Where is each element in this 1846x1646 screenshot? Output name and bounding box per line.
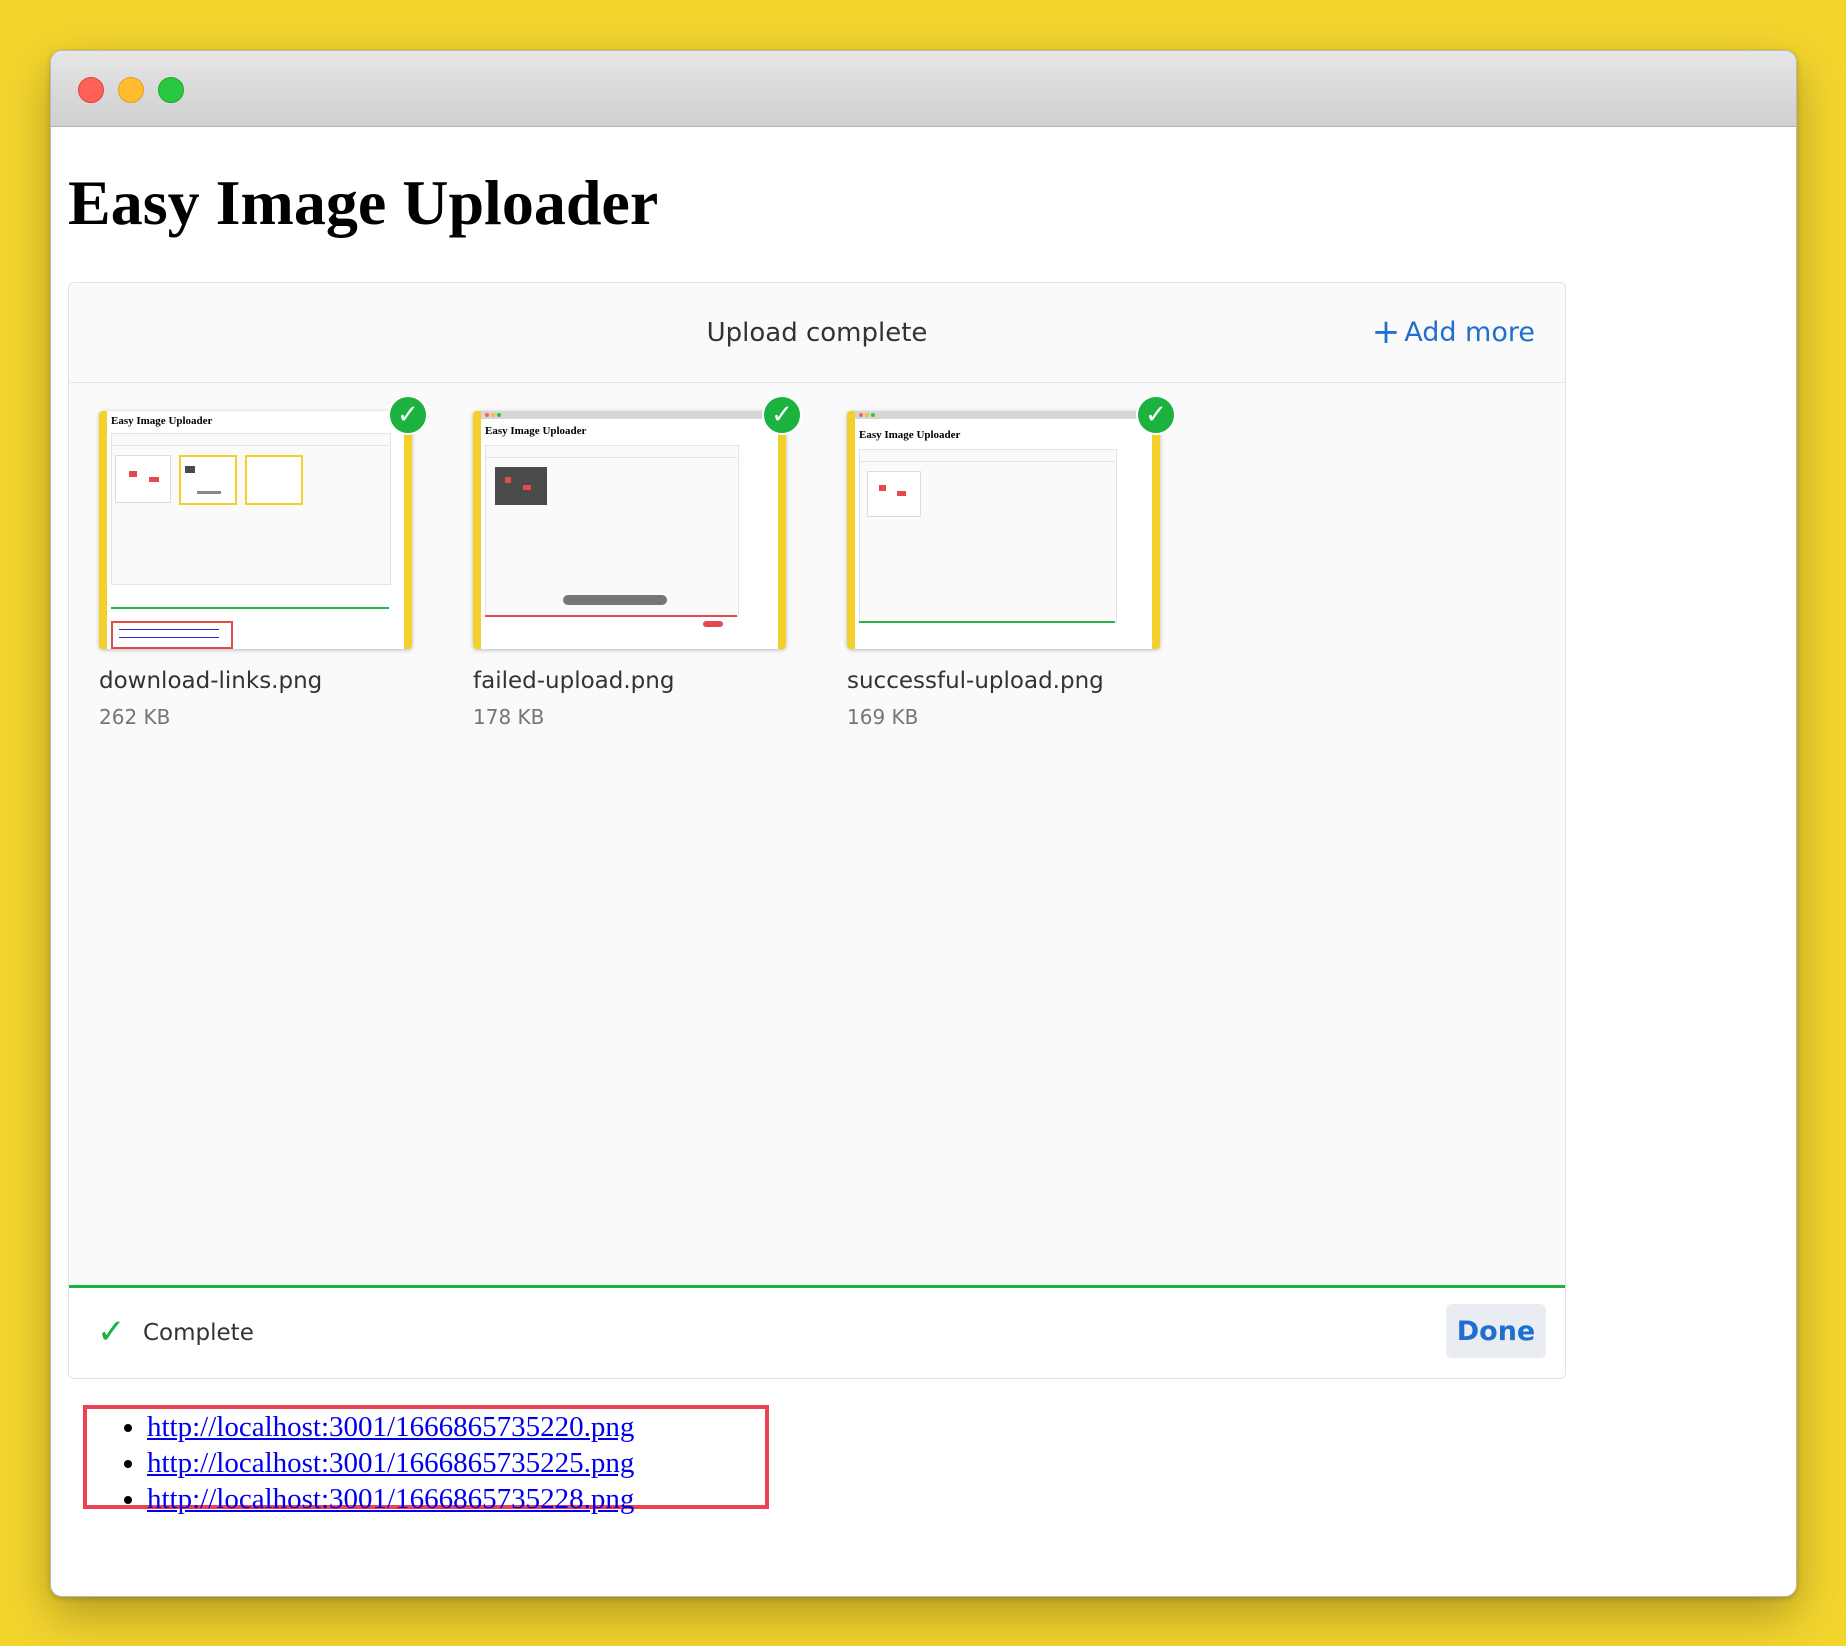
- download-link[interactable]: http://localhost:3001/1666865735220.png: [147, 1411, 634, 1443]
- file-name: download-links.png: [99, 668, 323, 694]
- file-size: 178 KB: [473, 705, 545, 729]
- file-size: 169 KB: [847, 705, 919, 729]
- check-circle-icon: ✓: [762, 395, 802, 435]
- thumbnail-title: Easy Image Uploader: [111, 415, 213, 427]
- thumbnail-title: Easy Image Uploader: [859, 429, 961, 441]
- file-name: successful-upload.png: [847, 668, 1104, 694]
- list-item: http://localhost:3001/1666865735220.png: [147, 1409, 765, 1445]
- download-links-list: http://localhost:3001/1666865735220.png …: [87, 1409, 765, 1517]
- list-item: http://localhost:3001/1666865735225.png: [147, 1445, 765, 1481]
- dashboard-header: Upload complete + Add more: [69, 283, 1565, 383]
- list-item: http://localhost:3001/1666865735228.png: [147, 1481, 765, 1517]
- status-text: Complete: [143, 1320, 254, 1346]
- maximize-window-button[interactable]: [158, 77, 184, 103]
- close-window-button[interactable]: [78, 77, 104, 103]
- done-button[interactable]: Done: [1446, 1304, 1546, 1358]
- file-name: failed-upload.png: [473, 668, 675, 694]
- download-link[interactable]: http://localhost:3001/1666865735228.png: [147, 1483, 634, 1515]
- check-circle-icon: ✓: [388, 395, 428, 435]
- file-thumbnail: Easy Image Uploader: [847, 411, 1160, 649]
- upload-dashboard: Upload complete + Add more Easy Image Upl…: [68, 282, 1566, 1379]
- upload-status-title: Upload complete: [706, 318, 928, 348]
- thumbnail-title: Easy Image Uploader: [485, 425, 587, 437]
- checkmark-icon: ✓: [97, 1312, 126, 1352]
- add-more-label: Add more: [1404, 317, 1535, 348]
- browser-window: Easy Image Uploader Upload complete + Add…: [50, 50, 1797, 1597]
- add-more-button[interactable]: + Add more: [1372, 312, 1535, 353]
- plus-icon: +: [1371, 312, 1401, 352]
- check-circle-icon: ✓: [1136, 395, 1176, 435]
- minimize-window-button[interactable]: [118, 77, 144, 103]
- status-bar: ✓ Complete Done: [69, 1285, 1565, 1378]
- window-titlebar: [51, 51, 1796, 127]
- file-thumbnail: Easy Image Uploader: [99, 411, 412, 649]
- download-link[interactable]: http://localhost:3001/1666865735225.png: [147, 1447, 634, 1479]
- file-list: Easy Image Uploader ✓ download-links.png…: [69, 382, 1565, 1286]
- page-title: Easy Image Uploader: [68, 167, 659, 238]
- file-size: 262 KB: [99, 705, 171, 729]
- download-links-box: http://localhost:3001/1666865735220.png …: [83, 1405, 769, 1515]
- file-thumbnail: Easy Image Uploader: [473, 411, 786, 649]
